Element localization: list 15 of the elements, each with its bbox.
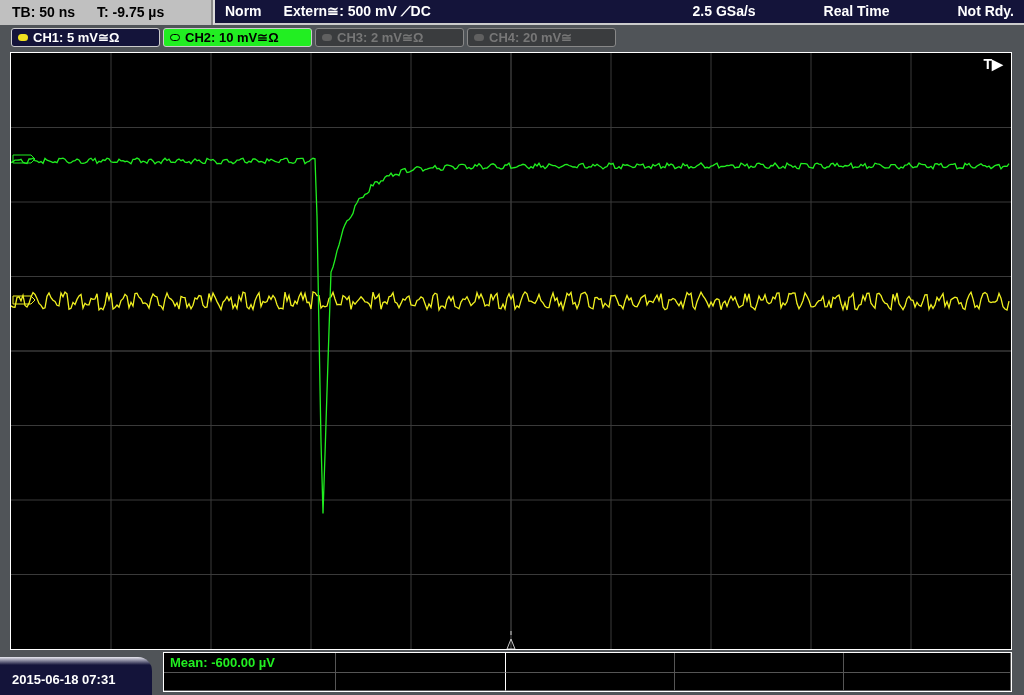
timebase-readout: TB: 50 ns — [12, 3, 75, 22]
sample-rate-readout: 2.5 GSa/s — [692, 2, 756, 21]
date-time-tab[interactable]: 2015-06-18 07:31 — [0, 657, 152, 695]
channel-tab[interactable]: CH2: 10 mV≅Ω — [163, 28, 312, 47]
acquisition-state-readout: Not Rdy. — [957, 2, 1014, 21]
trigger-marker: T▶ — [983, 55, 1003, 74]
trigger-offset-readout: T: -9.75 µs — [97, 3, 165, 22]
acquisition-mode-readout: Real Time — [823, 2, 890, 21]
channel-2-offset-marker-icon — [12, 154, 36, 164]
channel-tab[interactable]: CH1: 5 mV≅Ω — [11, 28, 160, 47]
trigger-source-readout: Extern≅: 500 mV ⟋DC — [283, 2, 431, 21]
trigger-position-icon — [506, 630, 516, 649]
measurement-result: Mean: -600.00 µV — [169, 654, 277, 672]
channel-1-offset-marker-icon — [12, 295, 36, 305]
trigger-mode-readout: Norm — [225, 2, 262, 21]
